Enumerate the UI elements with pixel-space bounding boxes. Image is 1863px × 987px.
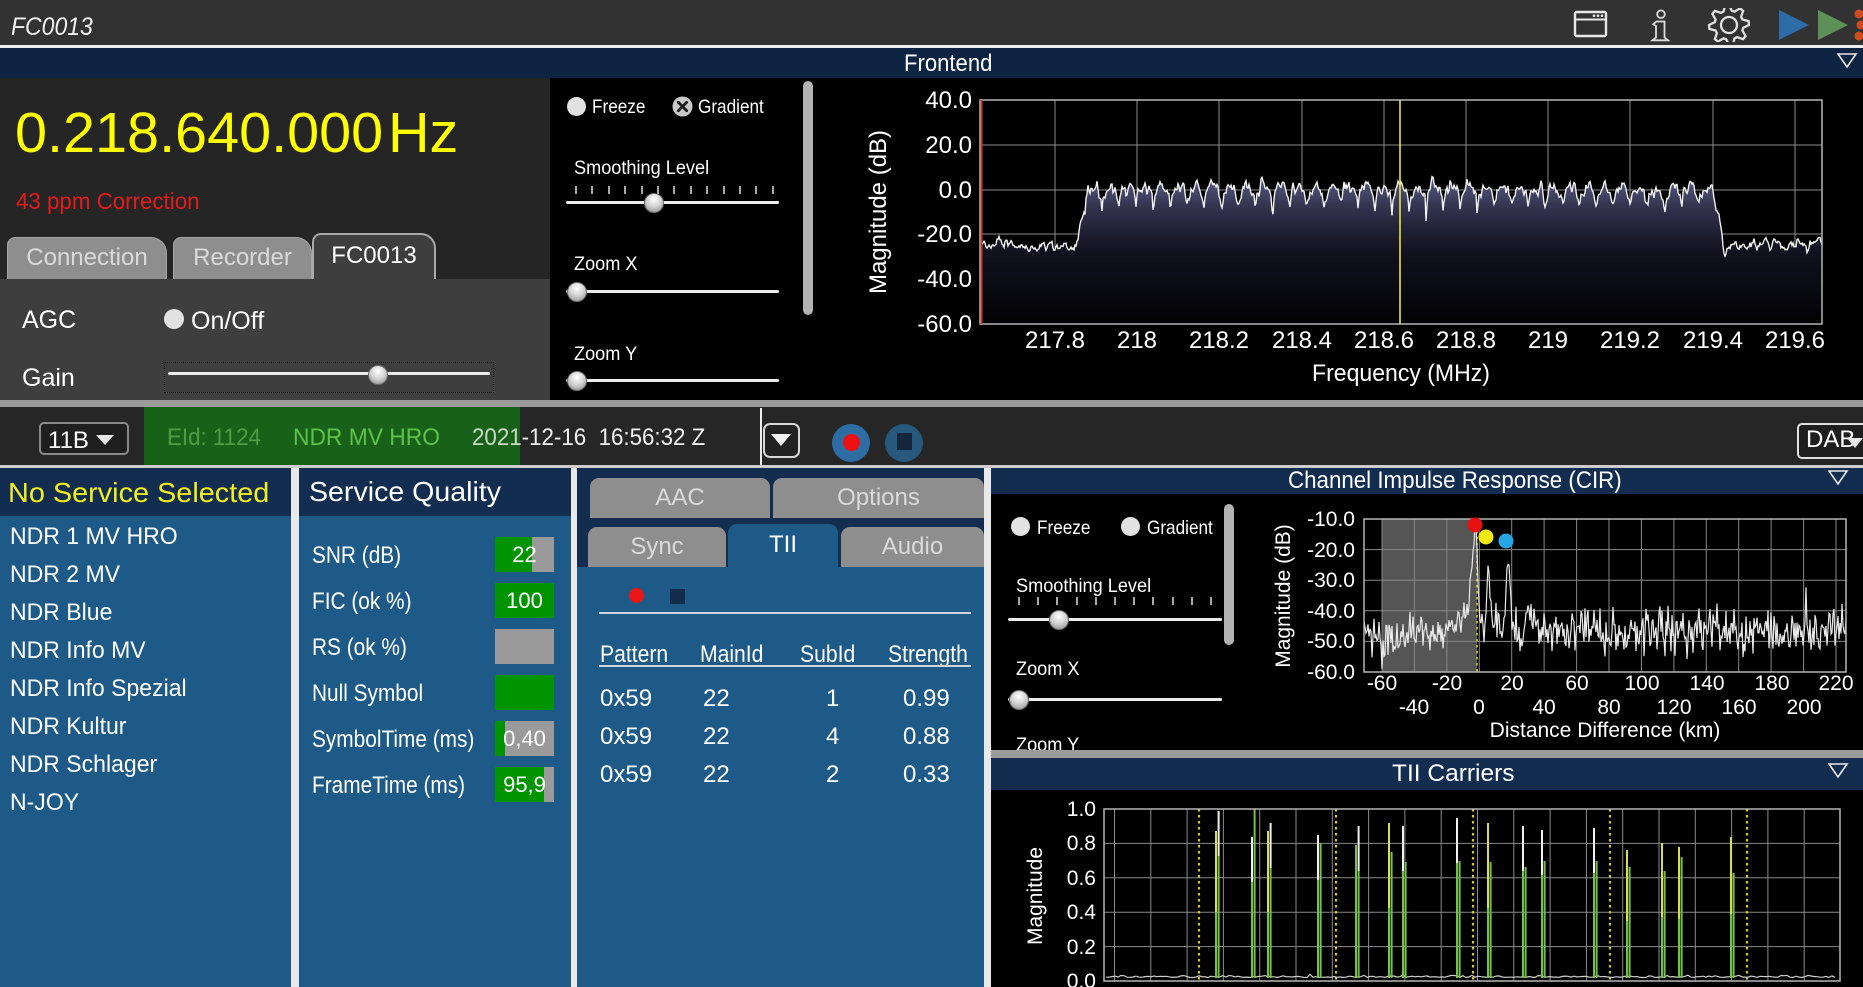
svg-text:0.2: 0.2 bbox=[1067, 936, 1096, 959]
svg-text:0.6: 0.6 bbox=[1067, 867, 1096, 890]
svg-text:1.0: 1.0 bbox=[1067, 798, 1096, 821]
svg-text:0.0: 0.0 bbox=[1067, 970, 1096, 987]
svg-text:0.4: 0.4 bbox=[1067, 901, 1097, 924]
svg-text:0.8: 0.8 bbox=[1067, 832, 1096, 855]
svg-text:Magnitude: Magnitude bbox=[1024, 847, 1047, 945]
